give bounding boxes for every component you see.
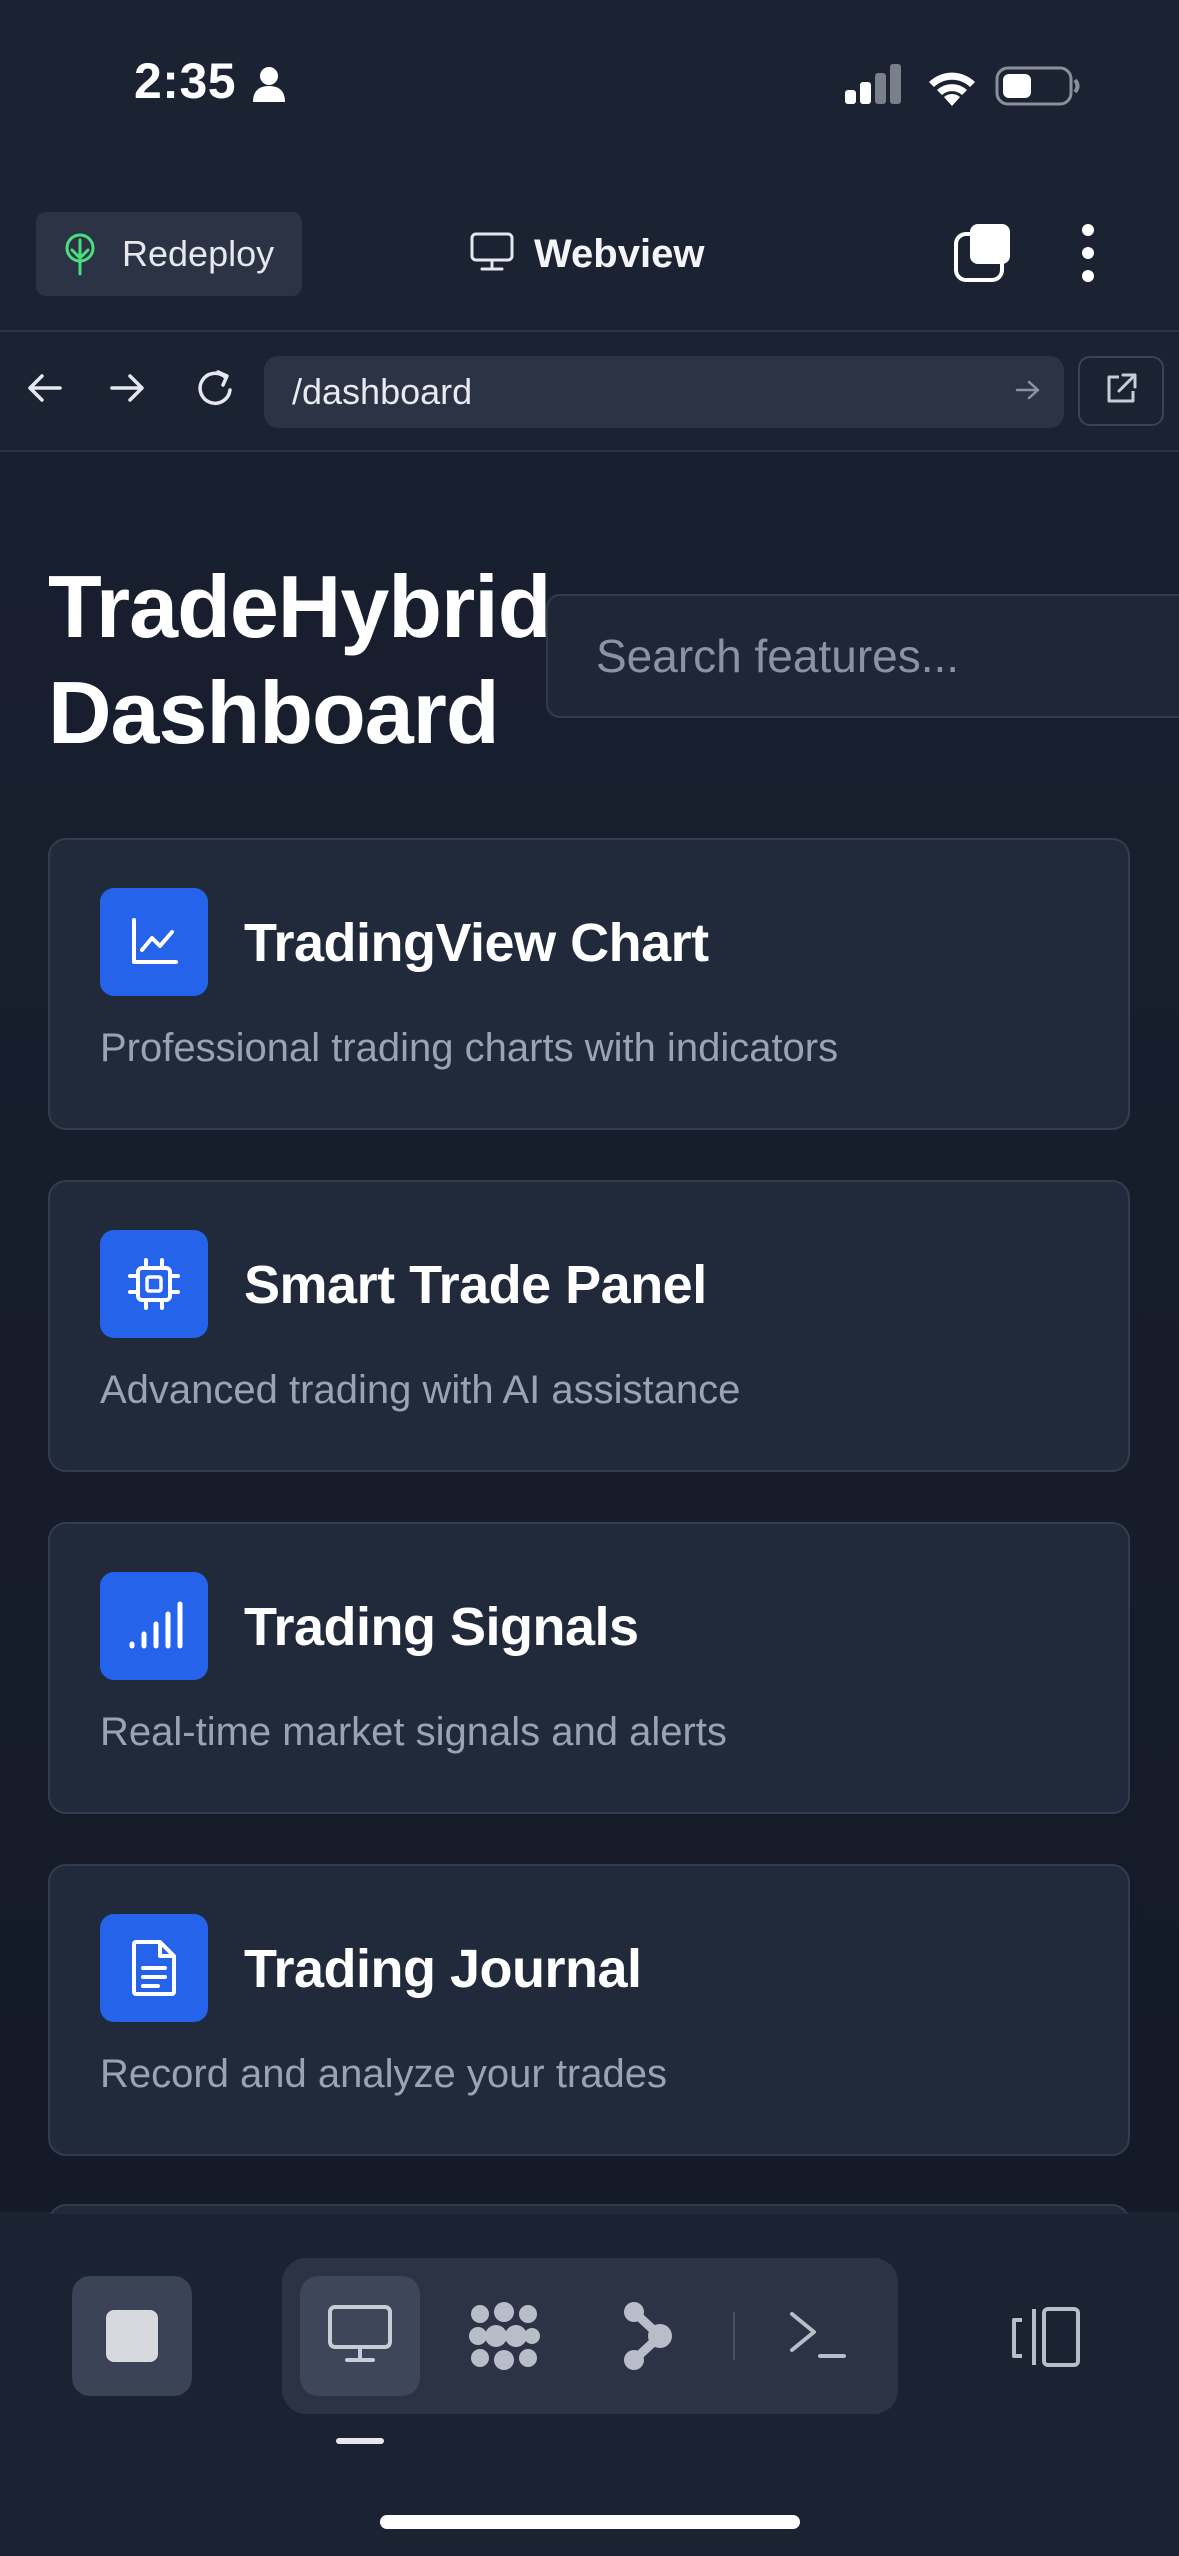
external-link-icon: [1103, 371, 1139, 412]
card-title: Trading Signals: [244, 1597, 639, 1657]
deploy-icon: [62, 232, 98, 276]
agent-icon[interactable]: [466, 2300, 542, 2377]
go-arrow-icon[interactable]: [1014, 376, 1042, 409]
cpu-chip-icon: [100, 1230, 208, 1338]
monitor-icon: [470, 232, 514, 277]
redeploy-label: Redeploy: [122, 233, 275, 274]
card-description: Advanced trading with AI assistance: [100, 1368, 741, 1412]
monitor-icon: [327, 2304, 393, 2369]
card-description: Record and analyze your trades: [100, 2052, 667, 2096]
home-indicator[interactable]: [380, 2515, 800, 2529]
feature-card-tradingview-chart[interactable]: TradingView Chart Professional trading c…: [48, 838, 1130, 1130]
more-vertical-icon[interactable]: [1076, 222, 1100, 289]
redeploy-button[interactable]: Redeploy: [36, 212, 302, 296]
page-title: TradeHybrid Dashboard: [48, 554, 568, 766]
tabs-switcher-icon[interactable]: [952, 222, 1014, 289]
shell-icon[interactable]: [786, 2306, 848, 2367]
reload-icon[interactable]: [192, 366, 238, 417]
wifi-icon: [924, 64, 980, 111]
page-title-line-2: Dashboard: [48, 663, 500, 762]
feature-card-trading-signals[interactable]: Trading Signals Real-time market signals…: [48, 1522, 1130, 1814]
url-path: /dashboard: [292, 371, 473, 412]
card-description: Professional trading charts with indicat…: [100, 1026, 839, 1070]
panel-toggle-icon[interactable]: [1010, 2306, 1082, 2373]
stop-icon: [106, 2310, 158, 2362]
card-title: Trading Journal: [244, 1939, 642, 1999]
divider: [0, 330, 1179, 332]
document-icon: [100, 1914, 208, 2022]
status-time: 2:35: [134, 53, 237, 109]
feature-card-trading-journal[interactable]: Trading Journal Record and analyze your …: [48, 1864, 1130, 2156]
feature-card-smart-trade-panel[interactable]: Smart Trade Panel Advanced trading with …: [48, 1180, 1130, 1472]
stop-button[interactable]: [72, 2276, 192, 2396]
url-input[interactable]: /dashboard: [264, 356, 1064, 428]
signal-bars-icon: [100, 1572, 208, 1680]
person-icon: [252, 66, 286, 107]
forward-arrow-icon[interactable]: [106, 366, 150, 415]
webview-label: Webview: [534, 231, 705, 276]
webview-tool-button[interactable]: [300, 2276, 420, 2396]
battery-icon: [995, 66, 1081, 111]
open-in-new-tab-button[interactable]: [1078, 356, 1164, 426]
page-title-line-1: TradeHybrid: [48, 557, 551, 656]
chart-line-icon: [100, 888, 208, 996]
card-title: Smart Trade Panel: [244, 1255, 707, 1315]
divider: [733, 2312, 735, 2360]
card-description: Real-time market signals and alerts: [100, 1710, 727, 1754]
webview-tab-title: Webview: [470, 226, 704, 282]
cellular-signal-icon: [843, 62, 905, 109]
back-arrow-icon[interactable]: [22, 366, 66, 415]
card-title: TradingView Chart: [244, 913, 709, 973]
git-icon[interactable]: [616, 2300, 676, 2377]
active-tool-indicator: [336, 2438, 384, 2444]
search-features-input[interactable]: [546, 594, 1179, 718]
